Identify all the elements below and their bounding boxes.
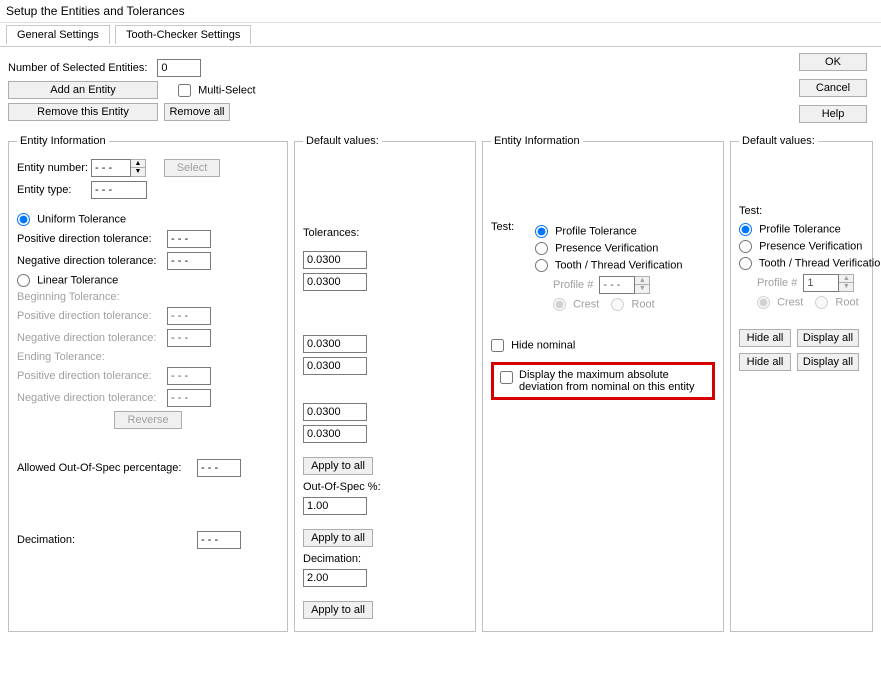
- profile-tolerance-radio-3[interactable]: Profile Tolerance: [739, 223, 841, 236]
- apply-tol-button[interactable]: Apply to all: [303, 457, 373, 475]
- multi-select-checkbox[interactable]: Multi-Select: [178, 84, 256, 97]
- allowed-oos-input[interactable]: [197, 459, 241, 477]
- profile-num-spinner-2: ▲▼: [599, 276, 650, 294]
- tab-tooth-checker-settings[interactable]: Tooth-Checker Settings: [115, 25, 251, 44]
- root-radio-2: Root: [611, 298, 654, 311]
- test-label-3: Test:: [739, 205, 864, 217]
- select-button: Select: [164, 159, 220, 177]
- reverse-button: Reverse: [114, 411, 182, 429]
- default-values-legend-1: Default values:: [303, 135, 382, 147]
- profile-tolerance-radio-2[interactable]: Profile Tolerance: [535, 225, 637, 238]
- ok-button[interactable]: OK: [799, 53, 867, 71]
- presence-verification-radio-3[interactable]: Presence Verification: [739, 240, 862, 253]
- presence-verification-radio-2[interactable]: Presence Verification: [535, 242, 658, 255]
- display-all-button-1[interactable]: Display all: [797, 329, 859, 347]
- pos-tol-end-label: Positive direction tolerance:: [17, 370, 167, 382]
- tol5-input[interactable]: [303, 403, 367, 421]
- hide-all-button-2[interactable]: Hide all: [739, 353, 791, 371]
- help-button[interactable]: Help: [799, 105, 867, 123]
- oos-label: Out-Of-Spec %:: [303, 481, 467, 493]
- entity-information-legend: Entity Information: [17, 135, 109, 147]
- tol1-input[interactable]: [303, 251, 367, 269]
- tab-bar: General Settings Tooth-Checker Settings: [0, 23, 881, 47]
- entity-number-label: Entity number:: [17, 162, 91, 174]
- decimation-label: Decimation:: [17, 534, 197, 546]
- tol2-input[interactable]: [303, 273, 367, 291]
- decimation-input[interactable]: [197, 531, 241, 549]
- linear-tolerance-radio[interactable]: Linear Tolerance: [17, 274, 118, 287]
- hide-nominal-checkbox[interactable]: Hide nominal: [491, 339, 575, 352]
- tooth-thread-radio-2[interactable]: Tooth / Thread Verification: [535, 259, 682, 272]
- tab-general-settings[interactable]: General Settings: [6, 25, 110, 44]
- default-values-group-2: Default values: Test: Profile Tolerance …: [730, 135, 873, 632]
- decimation-def-label: Decimation:: [303, 553, 467, 565]
- uniform-tolerance-radio[interactable]: Uniform Tolerance: [17, 213, 126, 226]
- crest-radio-2: Crest: [553, 298, 599, 311]
- entity-information-group-2: Entity Information Test: Profile Toleran…: [482, 135, 724, 632]
- cancel-button[interactable]: Cancel: [799, 79, 867, 97]
- apply-oos-button[interactable]: Apply to all: [303, 529, 373, 547]
- tol4-input[interactable]: [303, 357, 367, 375]
- apply-decimation-button[interactable]: Apply to all: [303, 601, 373, 619]
- pos-tol-end-input: [167, 367, 211, 385]
- pos-tol-input[interactable]: [167, 230, 211, 248]
- spinner-up-icon[interactable]: ▲: [131, 160, 145, 168]
- add-entity-button[interactable]: Add an Entity: [8, 81, 158, 99]
- neg-tol-label: Negative direction tolerance:: [17, 255, 167, 267]
- num-selected-label: Number of Selected Entities:: [8, 62, 147, 74]
- display-max-deviation-checkbox[interactable]: Display the maximum absolute deviation f…: [500, 369, 706, 393]
- tooth-thread-radio-3[interactable]: Tooth / Thread Verification: [739, 257, 881, 270]
- tolerances-label: Tolerances:: [303, 227, 467, 239]
- pos-tol-label: Positive direction tolerance:: [17, 233, 167, 245]
- default-values-group-1: Default values: Tolerances: Apply to all…: [294, 135, 476, 632]
- root-radio-3: Root: [815, 296, 858, 309]
- allowed-oos-label: Allowed Out-Of-Spec percentage:: [17, 462, 197, 474]
- crest-radio-3: Crest: [757, 296, 803, 309]
- remove-all-button[interactable]: Remove all: [164, 103, 230, 121]
- pos-tol-begin-input: [167, 307, 211, 325]
- remove-entity-button[interactable]: Remove this Entity: [8, 103, 158, 121]
- neg-tol-begin-label: Negative direction tolerance:: [17, 332, 167, 344]
- highlight-box: Display the maximum absolute deviation f…: [491, 362, 715, 400]
- pos-tol-begin-label: Positive direction tolerance:: [17, 310, 167, 322]
- neg-tol-end-label: Negative direction tolerance:: [17, 392, 167, 404]
- ending-tolerance-label: Ending Tolerance:: [17, 351, 279, 363]
- num-selected-value: [157, 59, 201, 77]
- tol6-input[interactable]: [303, 425, 367, 443]
- profile-num-label-3: Profile #: [757, 277, 797, 289]
- profile-num-label-2: Profile #: [553, 279, 593, 291]
- neg-tol-input[interactable]: [167, 252, 211, 270]
- display-all-button-2[interactable]: Display all: [797, 353, 859, 371]
- hide-all-button-1[interactable]: Hide all: [739, 329, 791, 347]
- default-values-legend-2: Default values:: [739, 135, 818, 147]
- beginning-tolerance-label: Beginning Tolerance:: [17, 291, 279, 303]
- profile-num-spinner-3: ▲▼: [803, 274, 854, 292]
- decimation-def-input[interactable]: [303, 569, 367, 587]
- neg-tol-end-input: [167, 389, 211, 407]
- entity-type-value: [91, 181, 147, 199]
- tol3-input[interactable]: [303, 335, 367, 353]
- oos-input[interactable]: [303, 497, 367, 515]
- entity-number-spinner[interactable]: ▲▼: [91, 159, 146, 177]
- entity-information-legend-2: Entity Information: [491, 135, 583, 147]
- entity-type-label: Entity type:: [17, 184, 91, 196]
- window-title: Setup the Entities and Tolerances: [0, 0, 881, 23]
- neg-tol-begin-input: [167, 329, 211, 347]
- test-label-2: Test:: [491, 221, 535, 315]
- entity-information-group: Entity Information Entity number: ▲▼ Sel…: [8, 135, 288, 632]
- spinner-down-icon[interactable]: ▼: [131, 168, 145, 176]
